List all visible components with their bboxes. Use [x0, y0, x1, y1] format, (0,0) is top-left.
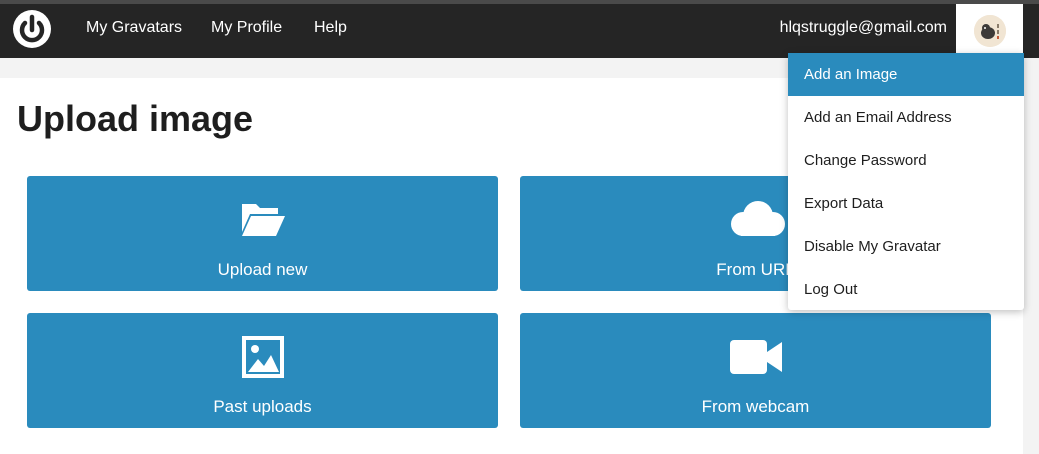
- past-uploads-button[interactable]: Past uploads: [27, 313, 498, 428]
- tile-label: Upload new: [217, 260, 308, 279]
- folder-open-icon: [241, 204, 285, 236]
- page-title: Upload image: [17, 98, 254, 139]
- menu-item-log-out[interactable]: Log Out: [788, 268, 1024, 311]
- from-webcam-button[interactable]: From webcam: [520, 313, 991, 428]
- tile-label: Past uploads: [213, 397, 312, 416]
- nav-my-profile[interactable]: My Profile: [211, 19, 282, 37]
- cloud-icon: [730, 201, 785, 236]
- menu-item-add-image[interactable]: Add an Image: [788, 53, 1024, 96]
- nav-help[interactable]: Help: [314, 19, 347, 37]
- tile-label: From webcam: [701, 397, 810, 416]
- user-dropdown-menu: Add an Image Add an Email Address Change…: [788, 53, 1024, 310]
- gravatar-logo-icon[interactable]: [12, 9, 52, 49]
- menu-item-disable-gravatar[interactable]: Disable My Gravatar: [788, 225, 1024, 268]
- menu-item-change-password[interactable]: Change Password: [788, 139, 1024, 182]
- user-email[interactable]: hlqstruggle@gmail.com: [780, 19, 947, 37]
- video-camera-icon: [729, 340, 782, 374]
- top-navbar: My Gravatars My Profile Help hlqstruggle…: [0, 0, 1039, 58]
- upload-new-button[interactable]: Upload new: [27, 176, 498, 291]
- menu-item-export-data[interactable]: Export Data: [788, 182, 1024, 225]
- nav-my-gravatars[interactable]: My Gravatars: [86, 19, 182, 37]
- avatar: [973, 14, 1006, 47]
- avatar-image-icon: [973, 14, 1006, 47]
- menu-item-add-email[interactable]: Add an Email Address: [788, 96, 1024, 139]
- image-icon: [241, 336, 284, 378]
- avatar-menu-button[interactable]: [956, 4, 1023, 57]
